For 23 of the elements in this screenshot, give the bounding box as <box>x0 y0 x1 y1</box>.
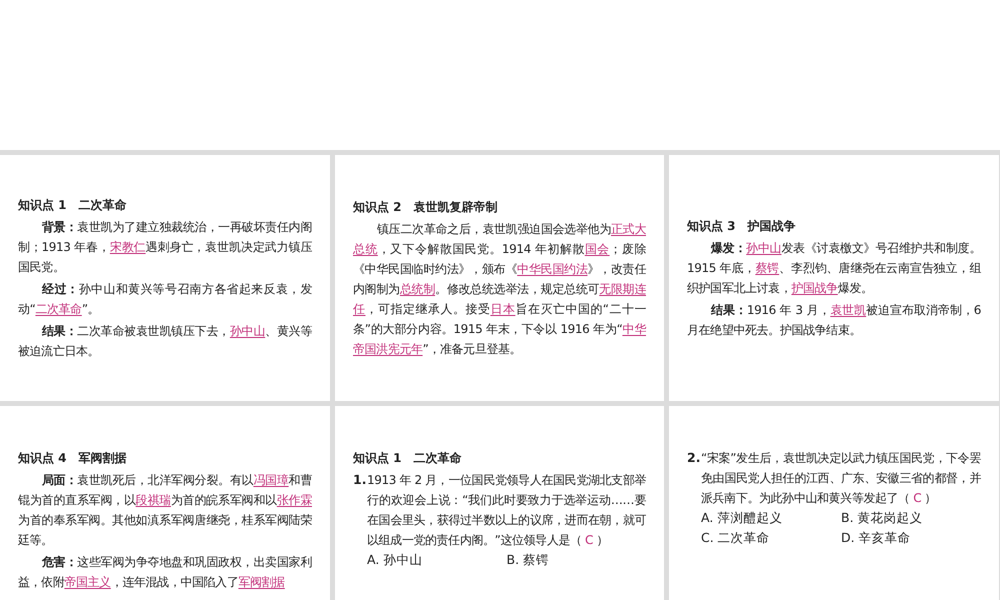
paragraph: 镇压二次革命之后，袁世凯强迫国会选举他为正式大总统，又下令解散国民党。1914 年初解散国会；废除《中华民国临时约法》，颁布《中华民国约法》，改责任内阁制为总统制。修改总统选举法，规定总统可无限期连任，可指定继承人。接受 日本 旨在灭亡中国的“二十一条”的大部分内容。1915 年末，下令以 1916 年为“中华帝国洪宪元年”，准备元旦登基。 <box>353 221 646 358</box>
paragraph: 背景：袁世凯为了建立独裁统治，一再破坏责任内阁制；1913 年春，宋教仁遇刺身亡，袁世凯决定武力镇压国民党。 <box>18 219 312 276</box>
answer-option: B. 黄花岗起义 <box>841 508 981 528</box>
paragraph: 经过：孙中山和黄兴等号召南方各省起来反袁，发动“二次革命”。 <box>18 281 312 318</box>
answer-option: A. 孙中山 <box>367 550 506 570</box>
question-text: “宋案”发生后，袁世凯决定以武力镇压国民党，下令罢免由国民党人担任的江西、广东、安徽三省的都督，并派兵南下。为此孙中山和黄兴等发起了（ C ） <box>701 450 981 507</box>
question-number: 1. <box>353 471 367 489</box>
section-heading: 知识点 1 二次革命 <box>18 197 128 214</box>
section-heading: 知识点 3 护国战争 <box>687 218 797 235</box>
question-text: 1913 年 2 月，一位国民党领导人在国民党湖北支部举行的欢迎会上说：“我们此时要致力于选举运动……要在国会里头，获得过半数以上的议席，进而在朝，就可以组成一党的责任内阁。”这位领导人是（ C ） <box>367 472 646 549</box>
paragraph: 结果：1916 年 3 月，袁世凯被迫宣布取消帝制，6 月在绝望中死去。护国战争结束。 <box>687 302 981 339</box>
answer-option: D. 辛亥革命 <box>841 528 981 548</box>
answer-option: C. 二次革命 <box>701 528 841 548</box>
answer-option: A. 萍浏醴起义 <box>701 508 841 528</box>
paragraph: 局面：袁世凯死后，北洋军阀分裂。有以冯国璋和曹锟为首的直系军阀，以段祺瑞为首的皖系军阀和以张作霖 为首的奉系军阀。其他如滇系军阀唐继尧，桂系军阀陆荣廷等。 <box>18 472 312 549</box>
section-heading: 知识点 2 袁世凯复辟帝制 <box>353 199 499 216</box>
section-heading: 知识点 4 军阀割据 <box>18 450 128 467</box>
paragraph: 危害：这些军阀为争夺地盘和巩固政权，出卖国家利益，依附帝国主义，连年混战，中国陷入了军阀割据 <box>18 554 312 591</box>
paragraph: 结果：二次革命被袁世凯镇压下去，孙中山、黄兴等被迫流亡日本。 <box>18 323 312 360</box>
question-number: 2. <box>687 449 701 467</box>
section-heading: 知识点 1 二次革命 <box>353 450 463 467</box>
paragraph: 爆发：孙中山发表《讨袁檄文》号召维护共和制度。1915 年底，蔡锷、李烈钧、唐继尧在云南宣告独立，组织护国军北上讨袁，护国战争爆发。 <box>687 240 981 297</box>
answer-option: B. 蔡锷 <box>506 550 646 570</box>
